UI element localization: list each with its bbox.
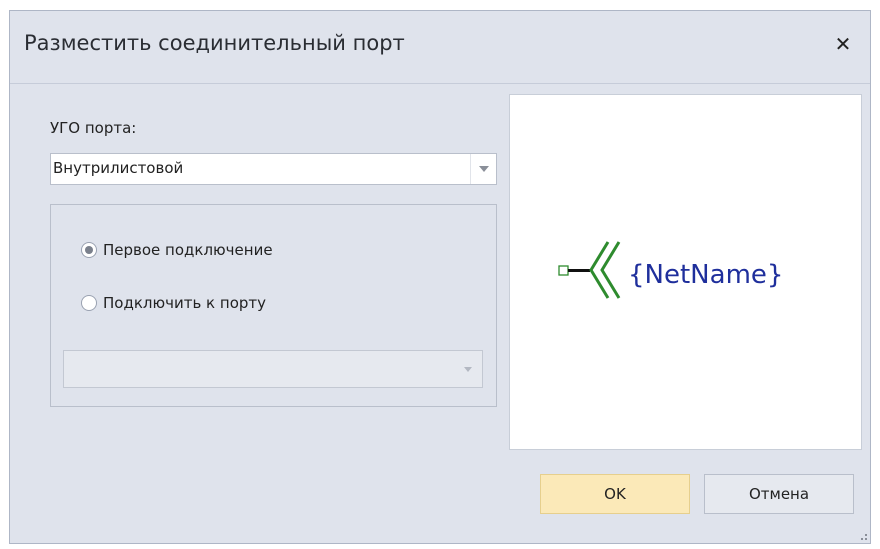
symbol-preview: {NetName} bbox=[509, 94, 862, 450]
radio-button-checked[interactable] bbox=[81, 242, 97, 258]
net-name-text: {NetName} bbox=[628, 260, 783, 290]
radio-button-unchecked[interactable] bbox=[81, 295, 97, 311]
dialog-titlebar: Разместить соединительный порт ✕ bbox=[10, 11, 870, 84]
chevron-left-icon bbox=[589, 241, 610, 299]
pin-square-icon bbox=[558, 265, 569, 276]
close-button[interactable]: ✕ bbox=[830, 31, 856, 57]
ugo-select-value: Внутрилистовой bbox=[53, 159, 184, 177]
port-symbol-graphic: {NetName} bbox=[558, 241, 783, 299]
ugo-select[interactable]: Внутрилистовой bbox=[50, 153, 497, 185]
port-select-disabled bbox=[63, 350, 483, 388]
cancel-button[interactable]: Отмена bbox=[704, 474, 854, 514]
radio-connect-to-port[interactable]: Подключить к порту bbox=[81, 294, 266, 312]
resize-grip-icon[interactable] bbox=[858, 531, 868, 541]
dialog-title: Разместить соединительный порт bbox=[24, 31, 405, 55]
connection-groupbox: Первое подключение Подключить к порту bbox=[50, 204, 497, 407]
ok-button[interactable]: OK bbox=[540, 474, 690, 514]
place-connector-port-dialog: Разместить соединительный порт ✕ УГО пор… bbox=[9, 10, 871, 544]
radio-connect-to-port-label: Подключить к порту bbox=[103, 294, 267, 312]
chevron-down-icon bbox=[464, 367, 472, 372]
radio-first-connection[interactable]: Первое подключение bbox=[81, 241, 273, 259]
ugo-select-dropdown-button[interactable] bbox=[470, 154, 496, 184]
radio-first-connection-label: Первое подключение bbox=[103, 241, 273, 259]
chevron-down-icon bbox=[479, 166, 489, 172]
ugo-label: УГО порта: bbox=[50, 119, 137, 137]
close-icon: ✕ bbox=[834, 32, 852, 56]
